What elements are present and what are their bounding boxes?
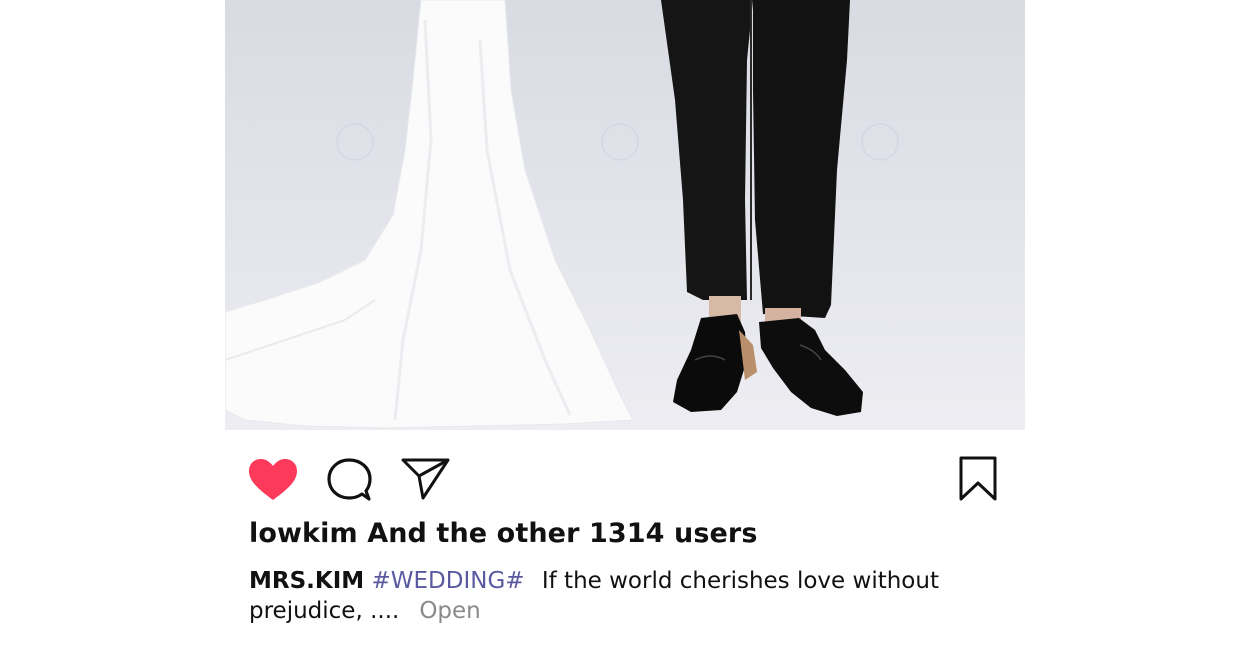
comment-bubble-icon[interactable]: [326, 457, 372, 503]
feed-post: lowkim And the other 1314 users MRS.KIM …: [225, 0, 1025, 664]
wedding-photo-illustration: [225, 0, 899, 429]
caption-hashtag[interactable]: #WEDDING#: [371, 568, 524, 594]
likes-summary[interactable]: lowkim And the other 1314 users: [249, 518, 758, 549]
bookmark-icon[interactable]: [959, 456, 997, 502]
heart-filled-icon[interactable]: [248, 458, 298, 502]
paper-plane-icon[interactable]: [401, 457, 451, 501]
caption-username[interactable]: MRS.KIM: [249, 568, 364, 594]
post-caption: MRS.KIM #WEDDING# If the world cherishes…: [249, 566, 939, 626]
caption-open-link[interactable]: Open: [419, 598, 480, 624]
post-action-bar: [225, 430, 1025, 520]
post-photo[interactable]: [225, 0, 1025, 430]
